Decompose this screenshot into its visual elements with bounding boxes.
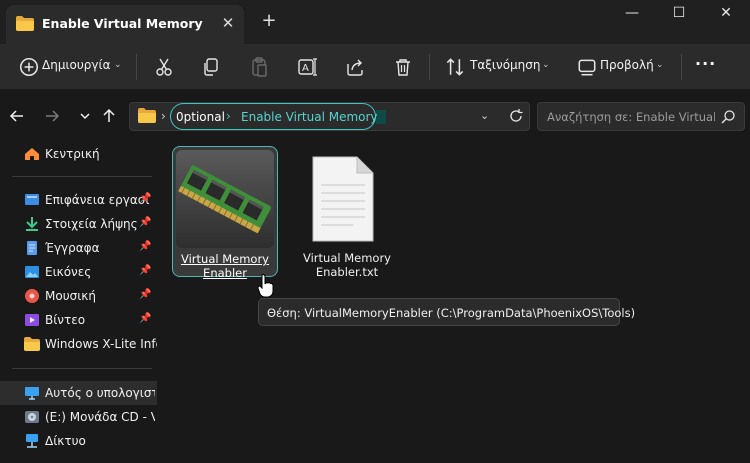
home-icon [25,148,39,160]
sidebar-item-label: Δίκτυο [45,434,86,448]
hand-cursor-icon [257,274,274,298]
add-circle-icon [19,57,39,77]
search-box[interactable]: Αναζήτηση σε: Enable Virtual ... [537,102,745,131]
maximize-button[interactable]: ☐ [656,0,702,28]
view-label: Προβολή [600,58,654,72]
close-window-button[interactable]: ✕ [703,0,749,28]
ram-module-icon [176,150,274,248]
sort-button[interactable]: Ταξινόμηση ⌄ [440,50,558,84]
sidebar-item-videos[interactable]: Βίντεο 📌 [0,308,157,332]
sidebar-item-home[interactable]: Κεντρική [0,142,157,166]
cut-icon[interactable] [153,56,175,78]
forward-arrow-icon[interactable] [43,107,61,125]
file-name-label: Virtual Memory Enabler.txt [302,251,391,279]
more-options-button[interactable]: ··· [695,54,716,73]
music-icon [25,289,39,303]
new-button-label: Δημιουργία [42,58,111,72]
pin-icon: 📌 [139,193,152,204]
sidebar-item-pictures[interactable]: Εικόνες 📌 [0,260,157,284]
search-icon[interactable] [720,109,736,125]
desktop-icon [25,194,39,205]
tooltip-text: Θέση: VirtualMemoryEnabler (C:\ProgramDa… [267,306,636,320]
sidebar-item-label: Windows X-Lite Info [45,337,157,351]
share-icon[interactable] [344,56,366,78]
pin-icon: 📌 [139,289,152,300]
sidebar-item-label: Κεντρική [45,147,100,161]
sidebar-item-downloads[interactable]: Στοιχεία λήψης 📌 [0,212,157,236]
paste-icon[interactable] [248,56,270,78]
view-icon [578,59,596,76]
toolbar-divider [136,54,137,80]
sidebar-item-windows-x-lite-info[interactable]: Windows X-Lite Info [0,332,157,356]
close-tab-icon[interactable]: ✕ [218,13,238,33]
title-bar: Enable Virtual Memory ✕ + — ☐ ✕ [0,0,750,44]
breadcrumb-separator[interactable]: › [226,109,231,123]
view-button[interactable]: Προβολή ⌄ [572,50,672,84]
sidebar-item-desktop[interactable]: Επιφάνεια εργασί 📌 [0,188,157,212]
sort-icon [446,58,464,76]
sidebar-divider [12,368,152,369]
folder-icon [24,337,40,351]
sidebar-item-documents[interactable]: Έγγραφα 📌 [0,236,157,260]
tab-title: Enable Virtual Memory [42,16,203,31]
cd-drive-icon [25,411,39,423]
address-dropdown-chevron-icon[interactable]: ⌄ [480,109,489,122]
download-icon [26,217,38,231]
pin-icon: 📌 [139,241,152,252]
toolbar-divider [681,54,682,80]
new-tab-button[interactable]: + [259,11,279,31]
pin-icon: 📌 [139,217,152,228]
up-arrow-icon[interactable] [100,107,118,125]
command-bar: Δημιουργία ⌄ A Ταξινόμηση ⌄ Προβολή ⌄ ··… [0,44,750,90]
file-item-virtual-memory-enabler-txt[interactable]: Virtual Memory Enabler.txt [294,146,400,279]
sidebar-divider [12,176,152,177]
recent-locations-chevron-icon[interactable] [76,107,94,125]
toolbar-divider [429,54,430,80]
minimize-button[interactable]: — [609,0,655,28]
sidebar-item-cd-drive[interactable]: (E:) Μονάδα CD - Vir [0,405,157,429]
sidebar-item-this-pc[interactable]: Αυτός ο υπολογιστής [0,381,157,405]
sidebar-item-network[interactable]: Δίκτυο [0,429,157,453]
refresh-icon[interactable] [508,108,524,124]
text-file-icon [312,156,374,242]
chevron-down-icon: ⌄ [656,60,664,70]
breadcrumb-enable-virtual-memory[interactable]: Enable Virtual Memory [241,110,378,124]
search-input[interactable]: Αναζήτηση σε: Enable Virtual ... [547,110,715,124]
this-pc-icon [25,387,39,400]
folder-icon [16,16,34,31]
new-button[interactable]: Δημιουργία ⌄ [10,50,126,84]
navigation-row: › 0ptional › Enable Virtual Memory ⌄ Ανα… [0,90,750,140]
back-arrow-icon[interactable] [8,107,26,125]
tab-enable-virtual-memory[interactable]: Enable Virtual Memory ✕ [6,5,244,44]
location-tooltip: Θέση: VirtualMemoryEnabler (C:\ProgramDa… [258,298,635,326]
sidebar-item-label: Αυτός ο υπολογιστής [45,386,155,400]
copy-icon[interactable] [200,56,222,78]
rename-icon[interactable]: A [296,56,318,78]
documents-icon [27,241,37,255]
sort-label: Ταξινόμηση [470,58,541,72]
network-icon [26,434,38,448]
chevron-down-icon: ⌄ [542,60,550,70]
sidebar-item-label: (E:) Μονάδα CD - Vir [45,410,155,424]
video-icon [25,314,39,326]
file-item-virtual-memory-enabler[interactable]: Virtual Memory Enabler [172,146,278,280]
pin-icon: 📌 [139,265,152,276]
svg-text:A: A [302,63,309,74]
chevron-down-icon: ⌄ [114,60,122,70]
breadcrumb-separator[interactable]: › [161,109,166,123]
navigation-pane: Κεντρική Επιφάνεια εργασί 📌 Στοιχεία λήψ… [0,140,157,463]
sidebar-item-music[interactable]: Μουσική 📌 [0,284,157,308]
address-bar[interactable]: › 0ptional › Enable Virtual Memory ⌄ [129,102,530,131]
pin-icon: 📌 [139,313,152,324]
delete-icon[interactable] [392,56,414,78]
folder-icon [138,108,156,123]
pictures-icon [25,266,39,278]
breadcrumb-optional[interactable]: 0ptional [176,110,225,124]
